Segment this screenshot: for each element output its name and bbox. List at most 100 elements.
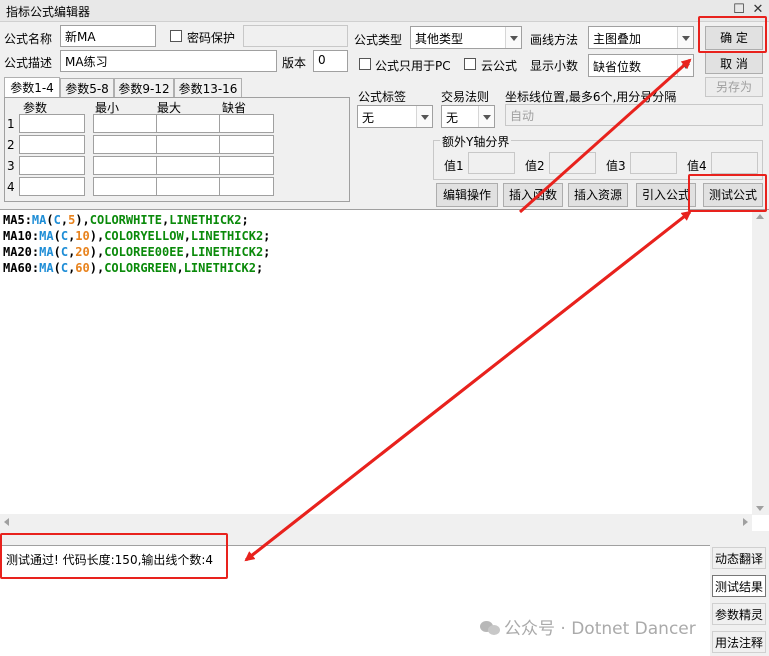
trade-rule-select[interactable]: 无	[441, 105, 495, 128]
tab-usage-notes[interactable]: 用法注释	[712, 631, 766, 653]
param-1-name[interactable]	[19, 114, 85, 133]
title-bar: 指标公式编辑器 ☐ ✕	[0, 0, 769, 22]
param-3-default[interactable]	[219, 156, 274, 175]
code-token: ;	[255, 261, 264, 275]
code-token: (	[53, 245, 61, 259]
cloud-label: 云公式	[481, 59, 518, 73]
param-2-min[interactable]	[93, 135, 157, 154]
y-value-1-label: 值1	[444, 159, 464, 173]
formula-desc-label: 公式描述	[4, 56, 53, 70]
close-icon[interactable]: ✕	[750, 2, 766, 18]
insert-function-button[interactable]: 插入函数	[503, 183, 563, 207]
code-token: COLORWHITE	[89, 213, 163, 227]
code-token: LINETHICK2	[190, 229, 264, 243]
code-token: 10	[75, 229, 90, 243]
tab-params-13-16[interactable]: 参数13-16	[174, 78, 242, 98]
password-label: 密码保护	[187, 31, 236, 45]
draw-method-select[interactable]: 主图叠加	[588, 26, 694, 49]
scroll-right-icon[interactable]	[743, 518, 748, 526]
param-4-default[interactable]	[219, 177, 274, 196]
scroll-up-icon[interactable]	[756, 214, 764, 219]
y-value-2-input	[549, 152, 596, 174]
code-token: COLOREE00EE	[104, 245, 184, 259]
import-formula-button[interactable]: 引入公式	[636, 183, 696, 207]
cancel-button[interactable]: 取 消	[705, 52, 763, 74]
code-token: (	[53, 261, 61, 275]
draw-method-label: 画线方法	[530, 33, 579, 47]
cloud-checkbox[interactable]	[464, 58, 476, 70]
tab-param-wizard[interactable]: 参数精灵	[712, 603, 766, 625]
test-result-panel: 测试通过! 代码长度:150,输出线个数:4	[0, 545, 710, 656]
formula-desc-input[interactable]: MA练习	[60, 50, 277, 72]
decimals-select[interactable]: 缺省位数	[588, 54, 694, 77]
param-1-default[interactable]	[219, 114, 274, 133]
formula-tag-select[interactable]: 无	[357, 105, 433, 128]
code-line: MA10:MA(C,10),COLORYELLOW,LINETHICK2;	[3, 229, 270, 243]
code-token: MA5	[3, 213, 25, 227]
param-1-min[interactable]	[93, 114, 157, 133]
code-token: C	[53, 213, 61, 227]
param-3-name[interactable]	[19, 156, 85, 175]
formula-type-select[interactable]: 其他类型	[410, 26, 522, 49]
edit-operations-button[interactable]: 编辑操作	[436, 183, 498, 207]
formula-type-value: 其他类型	[415, 32, 464, 46]
scroll-down-icon[interactable]	[756, 506, 764, 511]
y-value-1-input	[468, 152, 515, 174]
param-4-max[interactable]	[156, 177, 220, 196]
test-formula-button[interactable]: 测试公式	[703, 183, 763, 207]
code-token: ,	[176, 261, 184, 275]
formula-name-label: 公式名称	[4, 32, 53, 46]
trade-rule-label: 交易法则	[441, 90, 490, 104]
tab-dynamic-translate[interactable]: 动态翻译	[712, 547, 766, 569]
param-1-max[interactable]	[156, 114, 220, 133]
param-4-name[interactable]	[19, 177, 85, 196]
version-input[interactable]: 0	[313, 50, 348, 72]
param-row-num: 2	[7, 138, 15, 152]
vertical-scrollbar[interactable]	[752, 210, 769, 515]
chevron-down-icon	[677, 55, 693, 76]
pc-only-checkbox[interactable]	[359, 58, 371, 70]
tab-params-5-8[interactable]: 参数5-8	[60, 78, 114, 98]
tab-test-result[interactable]: 测试结果	[712, 575, 766, 597]
param-2-name[interactable]	[19, 135, 85, 154]
horizontal-scrollbar[interactable]	[0, 514, 752, 531]
y-value-4-label: 值4	[687, 159, 707, 173]
code-editor[interactable]: MA5:MA(C,5),COLORWHITE,LINETHICK2; MA10:M…	[0, 209, 769, 531]
scroll-left-icon[interactable]	[4, 518, 9, 526]
insert-resource-button[interactable]: 插入资源	[568, 183, 628, 207]
password-checkbox[interactable]	[170, 30, 182, 42]
code-token: C	[60, 261, 69, 275]
code-token: LINETHICK2	[183, 261, 256, 275]
param-3-min[interactable]	[93, 156, 157, 175]
coord-line-input: 自动	[505, 104, 763, 126]
watermark-text: 公众号 · Dotnet Dancer	[504, 619, 696, 639]
param-row-num: 4	[7, 180, 15, 194]
ok-button[interactable]: 确 定	[705, 26, 763, 50]
code-token: ),	[89, 245, 105, 259]
password-input	[243, 25, 348, 47]
coord-line-label: 坐标线位置,最多6个,用分号分隔	[505, 90, 677, 104]
formula-name-input[interactable]: 新MA	[60, 25, 156, 47]
param-2-default[interactable]	[219, 135, 274, 154]
code-token: MA	[39, 245, 54, 259]
param-2-max[interactable]	[156, 135, 220, 154]
code-token: ,	[183, 229, 191, 243]
tab-params-9-12[interactable]: 参数9-12	[114, 78, 174, 98]
code-token: 20	[75, 245, 90, 259]
y-value-2-label: 值2	[525, 159, 545, 173]
code-token: C	[60, 245, 69, 259]
param-row-num: 3	[7, 159, 15, 173]
code-token: ,	[183, 245, 191, 259]
code-token: COLORYELLOW	[104, 229, 184, 243]
tab-params-1-4[interactable]: 参数1-4	[4, 77, 60, 98]
param-3-max[interactable]	[156, 156, 220, 175]
code-token: MA10	[3, 229, 32, 243]
code-token: :	[24, 213, 32, 227]
draw-method-value: 主图叠加	[593, 32, 642, 46]
param-4-min[interactable]	[93, 177, 157, 196]
code-token: C	[60, 229, 69, 243]
code-token: ),	[75, 213, 90, 227]
code-token: ;	[263, 245, 271, 259]
restore-icon[interactable]: ☐	[731, 2, 747, 18]
param-row-num: 1	[7, 117, 15, 131]
